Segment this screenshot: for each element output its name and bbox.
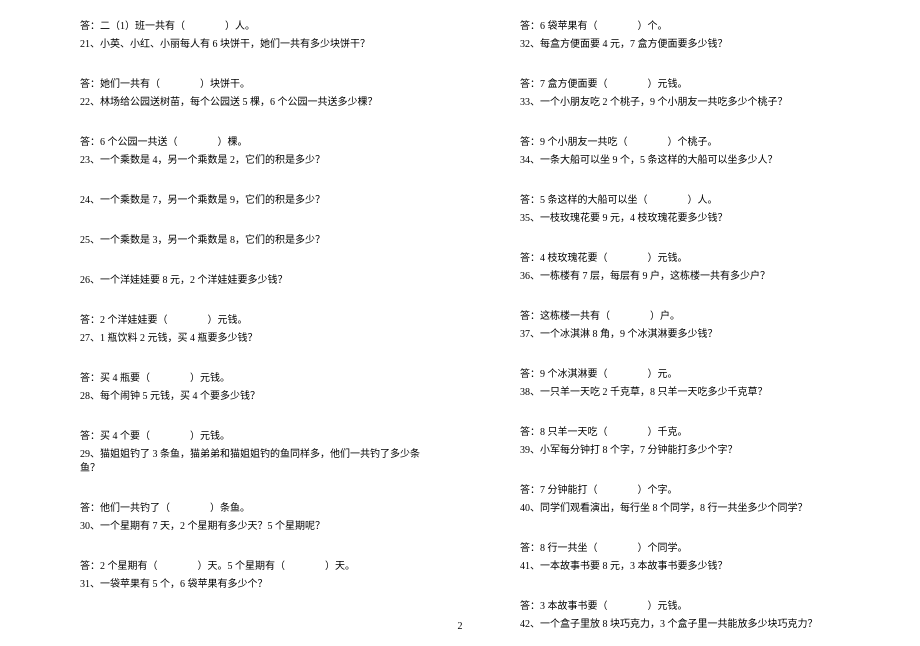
text-line: 22、林场给公园送树苗，每个公园送 5 棵，6 个公园一共送多少棵？ <box>80 96 420 110</box>
spacing <box>520 114 860 136</box>
text-line: 答：6 袋苹果有（ ）个。 <box>520 20 860 34</box>
text-line: 40、同学们观看演出，每行坐 8 个同学，8 行一共坐多少个同学？ <box>520 502 860 516</box>
text-line: 答：7 分钟能打（ ）个字。 <box>520 484 860 498</box>
text-line: 37、一个冰淇淋 8 角，9 个冰淇淋要多少钱？ <box>520 328 860 342</box>
page-number: 2 <box>0 621 920 632</box>
text-line: 答：4 枝玫瑰花要（ ）元钱。 <box>520 252 860 266</box>
spacing <box>80 292 420 314</box>
text-line: 答：2 个星期有（ ）天。5 个星期有（ ）天。 <box>80 560 420 574</box>
text-line: 27、1 瓶饮料 2 元钱，买 4 瓶要多少钱？ <box>80 332 420 346</box>
text-line: 答：他们一共钓了（ ）条鱼。 <box>80 502 420 516</box>
text-line: 28、每个闹钟 5 元钱，买 4 个要多少钱？ <box>80 390 420 404</box>
text-line: 25、一个乘数是 3，另一个乘数是 8，它们的积是多少？ <box>80 234 420 248</box>
text-line: 23、一个乘数是 4，另一个乘数是 2，它们的积是多少？ <box>80 154 420 168</box>
text-line: 答：她们一共有（ ）块饼干。 <box>80 78 420 92</box>
text-line: 答：2 个洋娃娃要（ ）元钱。 <box>80 314 420 328</box>
right-column: 答：6 袋苹果有（ ）个。 32、每盒方便面要 4 元，7 盒方便面要多少钱？ 答：… <box>520 20 860 636</box>
text-line: 答：5 条这样的大船可以坐（ ）人。 <box>520 194 860 208</box>
text-line: 36、一栋楼有 7 层，每层有 9 户，这栋楼一共有多少户？ <box>520 270 860 284</box>
spacing <box>80 538 420 560</box>
text-line: 答：二（1）班一共有（ ）人。 <box>80 20 420 34</box>
text-line: 35、一枝玫瑰花要 9 元，4 枝玫瑰花要多少钱？ <box>520 212 860 226</box>
spacing <box>80 56 420 78</box>
text-line: 答：7 盒方便面要（ ）元钱。 <box>520 78 860 92</box>
text-line: 21、小英、小红、小丽每人有 6 块饼干，她们一共有多少块饼干？ <box>80 38 420 52</box>
spacing <box>520 56 860 78</box>
spacing <box>520 288 860 310</box>
spacing <box>80 480 420 502</box>
text-line: 38、一只羊一天吃 2 千克草，8 只羊一天吃多少千克草？ <box>520 386 860 400</box>
text-line: 29、猫姐姐钓了 3 条鱼，猫弟弟和猫姐姐钓的鱼同样多，他们一共钓了多少条鱼？ <box>80 448 420 476</box>
left-column: 答：二（1）班一共有（ ）人。 21、小英、小红、小丽每人有 6 块饼干，她们一共… <box>80 20 420 636</box>
spacing <box>520 172 860 194</box>
text-line: 33、一个小朋友吃 2 个桃子，9 个小朋友一共吃多少个桃子？ <box>520 96 860 110</box>
text-line: 答：8 行一共坐（ ）个同学。 <box>520 542 860 556</box>
page-content: 答：二（1）班一共有（ ）人。 21、小英、小红、小丽每人有 6 块饼干，她们一共… <box>0 0 920 646</box>
text-line: 39、小军每分钟打 8 个字，7 分钟能打多少个字？ <box>520 444 860 458</box>
spacing <box>80 172 420 194</box>
spacing <box>80 252 420 274</box>
text-line: 34、一条大船可以坐 9 个，5 条这样的大船可以坐多少人？ <box>520 154 860 168</box>
text-line: 30、一个星期有 7 天，2 个星期有多少天？5 个星期呢？ <box>80 520 420 534</box>
spacing <box>80 212 420 234</box>
spacing <box>80 350 420 372</box>
text-line: 41、一本故事书要 8 元，3 本故事书要多少钱？ <box>520 560 860 574</box>
text-line: 答：8 只羊一天吃（ ）千克。 <box>520 426 860 440</box>
text-line: 答：6 个公园一共送（ ）棵。 <box>80 136 420 150</box>
spacing <box>520 230 860 252</box>
spacing <box>80 408 420 430</box>
text-line: 32、每盒方便面要 4 元，7 盒方便面要多少钱？ <box>520 38 860 52</box>
spacing <box>80 114 420 136</box>
text-line: 31、一袋苹果有 5 个，6 袋苹果有多少个？ <box>80 578 420 592</box>
spacing <box>520 578 860 600</box>
spacing <box>520 346 860 368</box>
text-line: 答：这栋楼一共有（ ）户。 <box>520 310 860 324</box>
text-line: 答：9 个冰淇淋要（ ）元。 <box>520 368 860 382</box>
spacing <box>520 462 860 484</box>
text-line: 答：买 4 个要（ ）元钱。 <box>80 430 420 444</box>
text-line: 24、一个乘数是 7，另一个乘数是 9，它们的积是多少？ <box>80 194 420 208</box>
spacing <box>520 404 860 426</box>
text-line: 26、一个洋娃娃要 8 元，2 个洋娃娃要多少钱？ <box>80 274 420 288</box>
text-line: 答：买 4 瓶要（ ）元钱。 <box>80 372 420 386</box>
text-line: 答：9 个小朋友一共吃（ ）个桃子。 <box>520 136 860 150</box>
spacing <box>520 520 860 542</box>
text-line: 答：3 本故事书要（ ）元钱。 <box>520 600 860 614</box>
